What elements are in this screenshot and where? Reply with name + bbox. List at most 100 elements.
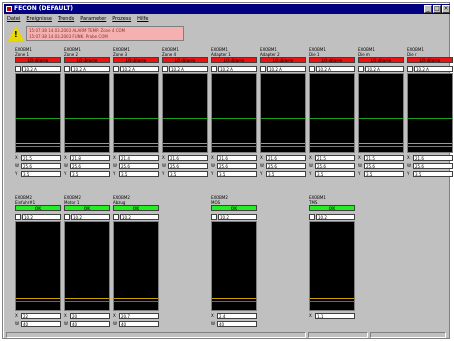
readout-value[interactable]: 40 bbox=[217, 320, 257, 327]
trend-plot[interactable] bbox=[309, 221, 355, 311]
status-indicator[interactable]: OK bbox=[113, 205, 159, 211]
status-indicator[interactable]: LO-Alarm bbox=[358, 57, 404, 63]
setpoint-field[interactable]: 10.2 A bbox=[22, 65, 61, 72]
mode-checkbox[interactable] bbox=[260, 65, 266, 72]
trend-plot[interactable] bbox=[15, 73, 61, 153]
setpoint-field[interactable]: 10.2 A bbox=[218, 65, 257, 72]
status-indicator[interactable]: LO-Alarm bbox=[64, 57, 110, 63]
readout-value[interactable]: 20.7 bbox=[119, 312, 159, 319]
trend-plot[interactable] bbox=[15, 221, 61, 311]
readout-value[interactable]: 25.6 bbox=[168, 162, 208, 169]
readout-value[interactable]: 25.6 bbox=[364, 162, 404, 169]
mode-checkbox[interactable] bbox=[407, 65, 413, 72]
menu-datei[interactable]: Datei bbox=[7, 15, 20, 23]
menu-trends[interactable]: Trends bbox=[58, 15, 74, 23]
readout-value[interactable]: 21.6 bbox=[217, 154, 257, 161]
readout-value[interactable]: 20 bbox=[70, 312, 110, 319]
readout-value[interactable]: 25.6 bbox=[70, 162, 110, 169]
readout-value[interactable]: 25.6 bbox=[119, 162, 159, 169]
trend-plot[interactable] bbox=[407, 73, 453, 153]
readout-value[interactable]: 3.5 bbox=[364, 170, 404, 177]
mode-checkbox[interactable] bbox=[358, 65, 364, 72]
readout-value[interactable]: 25.6 bbox=[315, 162, 355, 169]
trend-plot[interactable] bbox=[64, 73, 110, 153]
readout-value[interactable]: 3.5 bbox=[21, 170, 61, 177]
setpoint-field[interactable]: 10.2 bbox=[22, 213, 61, 220]
readout-value[interactable]: 25.6 bbox=[21, 162, 61, 169]
setpoint-field[interactable]: 10.2 bbox=[71, 213, 110, 220]
readout-value[interactable]: 21.5 bbox=[364, 154, 404, 161]
mode-checkbox[interactable] bbox=[15, 213, 21, 220]
status-indicator[interactable]: LO-Alarm bbox=[211, 57, 257, 63]
setpoint-field[interactable]: 10.2 A bbox=[267, 65, 306, 72]
readout-value[interactable]: 21.6 bbox=[413, 154, 453, 161]
status-indicator[interactable]: LO-Alarm bbox=[15, 57, 61, 63]
readout-value[interactable]: 40 bbox=[119, 320, 159, 327]
setpoint-field[interactable]: 10.2 bbox=[120, 213, 159, 220]
readout-value[interactable]: 21.6 bbox=[266, 154, 306, 161]
readout-value[interactable]: 40 bbox=[70, 320, 110, 327]
readout-value[interactable]: 21.6 bbox=[168, 154, 208, 161]
readout-value[interactable]: 1.1 bbox=[315, 312, 355, 319]
status-indicator[interactable]: LO-Alarm bbox=[407, 57, 453, 63]
mode-checkbox[interactable] bbox=[162, 65, 168, 72]
status-indicator[interactable]: OK bbox=[15, 205, 61, 211]
menu-prozess[interactable]: Prozess bbox=[112, 15, 131, 23]
setpoint-field[interactable]: 10.2 A bbox=[169, 65, 208, 72]
status-indicator[interactable]: LO-Alarm bbox=[162, 57, 208, 63]
trend-plot[interactable] bbox=[309, 73, 355, 153]
readout-value[interactable]: 3.5 bbox=[168, 170, 208, 177]
status-indicator[interactable]: OK bbox=[309, 205, 355, 211]
readout-value[interactable]: 22 bbox=[21, 312, 61, 319]
mode-checkbox[interactable] bbox=[309, 213, 315, 220]
trend-plot[interactable] bbox=[113, 221, 159, 311]
setpoint-field[interactable]: 10.2 bbox=[316, 213, 355, 220]
status-indicator[interactable]: LO-Alarm bbox=[113, 57, 159, 63]
mode-checkbox[interactable] bbox=[211, 213, 217, 220]
trend-plot[interactable] bbox=[211, 73, 257, 153]
trend-plot[interactable] bbox=[211, 221, 257, 311]
readout-value[interactable]: 3.5 bbox=[315, 170, 355, 177]
mode-checkbox[interactable] bbox=[211, 65, 217, 72]
mode-checkbox[interactable] bbox=[64, 65, 70, 72]
readout-value[interactable]: 25.6 bbox=[266, 162, 306, 169]
menu-hilfe[interactable]: Hilfe bbox=[137, 15, 148, 23]
trend-plot[interactable] bbox=[162, 73, 208, 153]
minimize-button[interactable]: _ bbox=[424, 5, 432, 13]
readout-value[interactable]: 40 bbox=[21, 320, 61, 327]
readout-value[interactable]: 25.6 bbox=[217, 162, 257, 169]
mode-checkbox[interactable] bbox=[15, 65, 21, 72]
mode-checkbox[interactable] bbox=[64, 213, 70, 220]
trend-plot[interactable] bbox=[113, 73, 159, 153]
status-indicator[interactable]: OK bbox=[64, 205, 110, 211]
setpoint-field[interactable]: 10.2 A bbox=[365, 65, 404, 72]
setpoint-field[interactable]: 10.2 A bbox=[414, 65, 453, 72]
readout-value[interactable]: 3.5 bbox=[413, 170, 453, 177]
readout-value[interactable]: 21.5 bbox=[21, 154, 61, 161]
status-indicator[interactable]: LO-Alarm bbox=[260, 57, 306, 63]
readout-value[interactable]: 21.5 bbox=[315, 154, 355, 161]
setpoint-field[interactable]: 10.2 bbox=[218, 213, 257, 220]
readout-value[interactable]: 3.5 bbox=[266, 170, 306, 177]
maximize-button[interactable]: □ bbox=[433, 5, 441, 13]
trend-plot[interactable] bbox=[358, 73, 404, 153]
mode-checkbox[interactable] bbox=[309, 65, 315, 72]
alarm-list[interactable]: 15:07:38 14.03.2003 ALARM TEMP. Zone 4 C… bbox=[26, 26, 184, 41]
close-button[interactable]: × bbox=[442, 5, 450, 13]
setpoint-field[interactable]: 10.2 A bbox=[316, 65, 355, 72]
readout-value[interactable]: 25.6 bbox=[413, 162, 453, 169]
readout-value[interactable]: 3.5 bbox=[217, 170, 257, 177]
status-indicator[interactable]: OK bbox=[211, 205, 257, 211]
menu-parameter[interactable]: Parameter bbox=[80, 15, 106, 23]
readout-value[interactable]: 3.5 bbox=[70, 170, 110, 177]
readout-value[interactable]: 2.4 bbox=[217, 312, 257, 319]
trend-plot[interactable] bbox=[260, 73, 306, 153]
menu-ereignisse[interactable]: Ereignisse bbox=[26, 15, 52, 23]
setpoint-field[interactable]: 10.2 A bbox=[71, 65, 110, 72]
setpoint-field[interactable]: 10.2 A bbox=[120, 65, 159, 72]
mode-checkbox[interactable] bbox=[113, 65, 119, 72]
mode-checkbox[interactable] bbox=[113, 213, 119, 220]
readout-value[interactable]: 21.4 bbox=[119, 154, 159, 161]
readout-value[interactable]: 21.8 bbox=[70, 154, 110, 161]
readout-value[interactable]: 3.5 bbox=[119, 170, 159, 177]
